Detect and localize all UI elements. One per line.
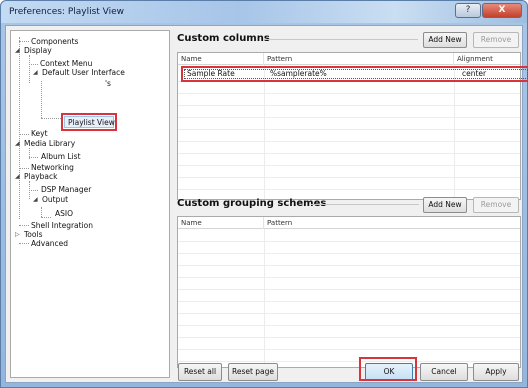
tree-line (19, 41, 29, 42)
expand-triangle-icon[interactable]: ▷ (15, 230, 20, 239)
reset-all-button[interactable]: Reset all (178, 363, 222, 381)
tree-item-shell-integration[interactable]: Shell Integration (31, 221, 93, 230)
column-header-pattern[interactable]: Pattern (264, 53, 454, 65)
grid-line (454, 65, 455, 199)
grouping-list-header: Name Pattern (178, 217, 520, 229)
columns-add-new-button[interactable]: Add New (423, 32, 467, 48)
tree-line (29, 64, 38, 65)
tree-line (19, 37, 20, 219)
tree-line (41, 207, 42, 217)
tree-line (29, 157, 38, 158)
grid-line (178, 301, 520, 302)
tree-line (19, 168, 29, 169)
collapse-triangle-icon[interactable]: ◢ (33, 68, 38, 77)
tree-item-media-library[interactable]: Media Library (24, 139, 75, 148)
tree-line (41, 81, 42, 118)
grid-line (178, 361, 520, 362)
tree-item-playlist-view[interactable]: Playlist View (68, 118, 115, 127)
cancel-button[interactable]: Cancel (420, 363, 468, 381)
row-alignment-cell: center (462, 69, 487, 78)
window-title: Preferences: Playlist View (9, 7, 125, 17)
tree-item-display[interactable]: Display (24, 46, 52, 55)
grid-line (264, 229, 265, 367)
grid-line (178, 117, 520, 118)
tree-item-hidden-child[interactable]: 's (105, 79, 111, 88)
tree-item-advanced[interactable]: Advanced (31, 239, 68, 248)
tree-item-album-list[interactable]: Album List (41, 152, 81, 161)
tree-item-asio[interactable]: ASIO (55, 209, 73, 218)
column-header-pattern[interactable]: Pattern (264, 217, 520, 229)
collapse-triangle-icon[interactable]: ◢ (15, 139, 20, 148)
apply-button[interactable]: Apply (473, 363, 519, 381)
collapse-triangle-icon[interactable]: ◢ (15, 172, 20, 181)
grid-line (264, 65, 265, 199)
grid-line (178, 93, 520, 94)
section-divider (311, 204, 419, 205)
custom-columns-title: Custom columns (177, 33, 270, 44)
column-header-name[interactable]: Name (178, 217, 264, 229)
tree-item-components[interactable]: Components (31, 37, 78, 46)
tree-line (29, 55, 30, 83)
tree-item-output[interactable]: Output (42, 195, 68, 204)
tree-item-keyboard[interactable]: Keyt (31, 129, 48, 138)
tree-item-context-menu[interactable]: Context Menu (40, 59, 92, 68)
grid-line (178, 253, 520, 254)
preferences-tree[interactable]: Components ◢ Display Context Menu ◢ Defa… (10, 30, 170, 378)
grid-line (178, 277, 520, 278)
grid-line (178, 105, 520, 106)
preferences-window: Preferences: Playlist View ? X Component… (0, 0, 528, 388)
tree-line (19, 243, 29, 244)
reset-page-button[interactable]: Reset page (228, 363, 278, 381)
column-header-name[interactable]: Name (178, 53, 264, 65)
close-button[interactable]: X (482, 3, 522, 18)
collapse-triangle-icon[interactable]: ◢ (15, 46, 20, 55)
section-divider (264, 39, 418, 40)
grid-line (178, 177, 520, 178)
title-bar[interactable]: Preferences: Playlist View ? X (1, 1, 527, 23)
tree-item-tools[interactable]: Tools (24, 230, 42, 239)
grouping-add-new-button[interactable]: Add New (423, 197, 467, 213)
tree-item-default-ui[interactable]: Default User Interface (42, 68, 125, 77)
column-header-alignment[interactable]: Alignment (454, 53, 520, 65)
grid-line (178, 337, 520, 338)
row-name-cell: Sample Rate (187, 69, 235, 78)
grid-line (178, 325, 520, 326)
grid-line (178, 189, 520, 190)
grid-line (178, 265, 520, 266)
tree-item-playback[interactable]: Playback (24, 172, 57, 181)
grid-line (178, 289, 520, 290)
tree-item-dsp-manager[interactable]: DSP Manager (41, 185, 91, 194)
grid-line (178, 165, 520, 166)
columns-remove-button[interactable]: Remove (473, 32, 519, 48)
tree-item-networking[interactable]: Networking (31, 163, 74, 172)
grid-line (178, 241, 520, 242)
collapse-triangle-icon[interactable]: ◢ (33, 195, 38, 204)
grid-line (178, 129, 520, 130)
grid-line (178, 349, 520, 350)
grid-line (178, 141, 520, 142)
grouping-remove-button[interactable]: Remove (473, 197, 519, 213)
highlight-frame (359, 357, 417, 381)
tree-line (19, 134, 29, 135)
tree-line (29, 190, 38, 191)
grid-line (178, 153, 520, 154)
columns-list-header: Name Pattern Alignment (178, 53, 520, 65)
tree-line (41, 118, 61, 119)
tree-line (19, 225, 29, 226)
row-pattern-cell: %samplerate% (270, 69, 327, 78)
tree-line (41, 217, 51, 218)
custom-grouping-title: Custom grouping schemes (177, 198, 327, 209)
custom-grouping-list[interactable]: Name Pattern (177, 216, 521, 368)
dialog-client: Components ◢ Display Context Menu ◢ Defa… (5, 25, 528, 383)
help-button[interactable]: ? (455, 3, 481, 18)
grid-line (178, 313, 520, 314)
